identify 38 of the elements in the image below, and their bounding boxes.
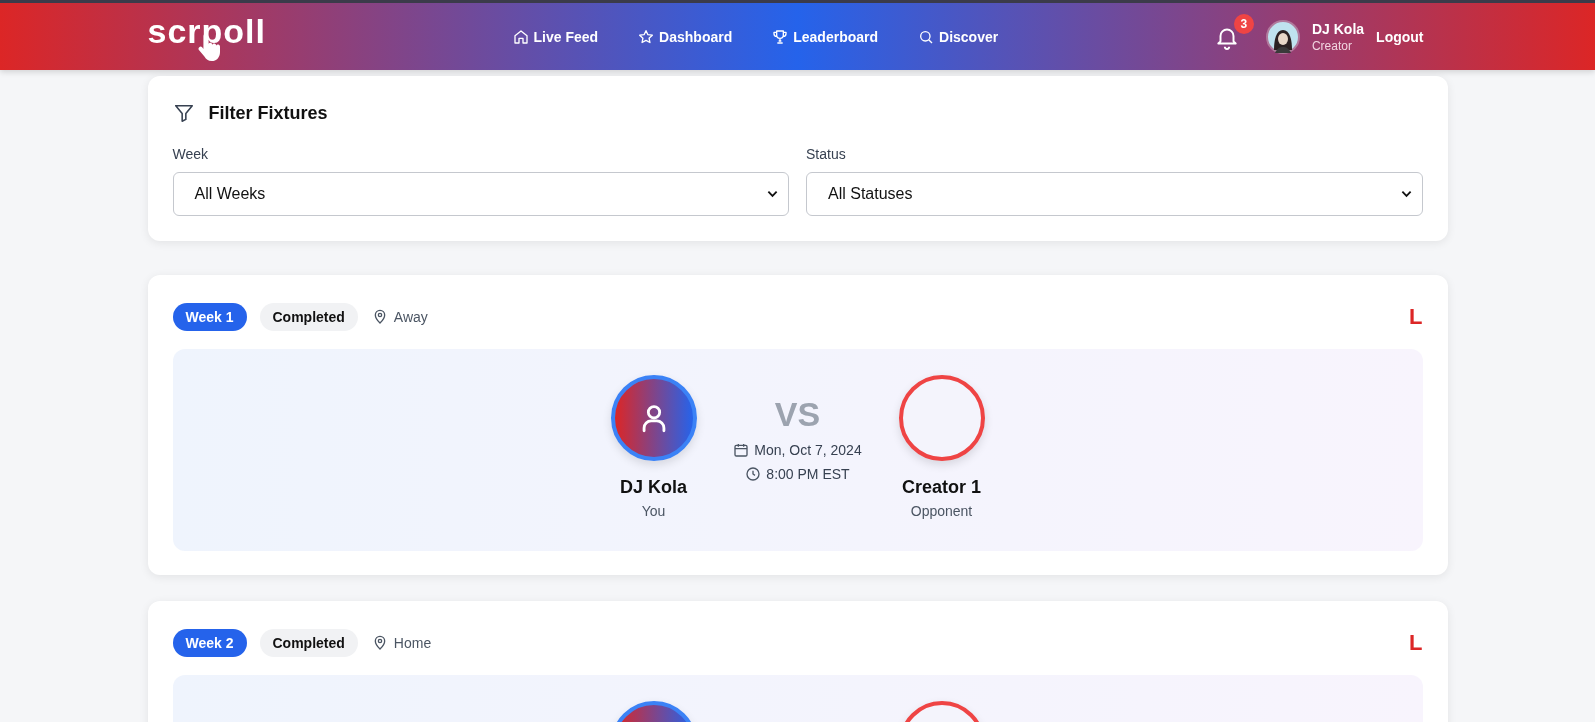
calendar-icon [733,442,750,458]
nav-link[interactable]: Leaderboard [772,28,879,45]
player-role: Opponent [910,503,973,519]
star-icon [638,28,655,45]
avatar[interactable] [1265,19,1300,54]
player-name: Creator 1 [902,477,981,498]
clock-icon [745,466,762,482]
week-badge: Week 1 [172,303,247,331]
search-icon [918,28,935,45]
nav-link[interactable]: Discover [918,28,999,45]
field-label: Week [172,146,210,162]
match-date: Mon, Oct 7, 2024 [754,442,862,458]
status-badge: Completed [259,303,358,331]
user-role: Creator [1311,38,1353,53]
nav-link[interactable]: Dashboard [638,28,733,45]
user-name: DJ Kola [1311,20,1365,37]
notification-badge: 3 [1233,13,1254,34]
nav-link[interactable]: Live Feed [512,28,599,45]
logout-link[interactable]: Logout [1376,28,1424,45]
select-field[interactable]: All Weeks [172,172,789,216]
chevron-down-icon [1400,190,1412,198]
player-name: DJ Kola [620,477,687,498]
match-time: 8:00 PM EST [766,466,850,482]
vs-label: VS [774,395,821,434]
result-label: L [1409,304,1423,330]
status-badge: Completed [259,629,358,657]
field-label: Status [806,146,847,162]
result-label: L [1409,630,1423,656]
chevron-down-icon [767,190,778,198]
venue-label: Home [393,635,432,651]
select-field[interactable]: All Statuses [806,172,1423,216]
week-badge: Week 2 [172,629,247,657]
home-icon [512,28,529,45]
trophy-icon [772,28,789,45]
filter-title: Filter Fixtures [208,102,328,124]
venue-label: Away [393,309,428,325]
player-role: You [641,503,666,519]
filter-icon [172,102,195,124]
